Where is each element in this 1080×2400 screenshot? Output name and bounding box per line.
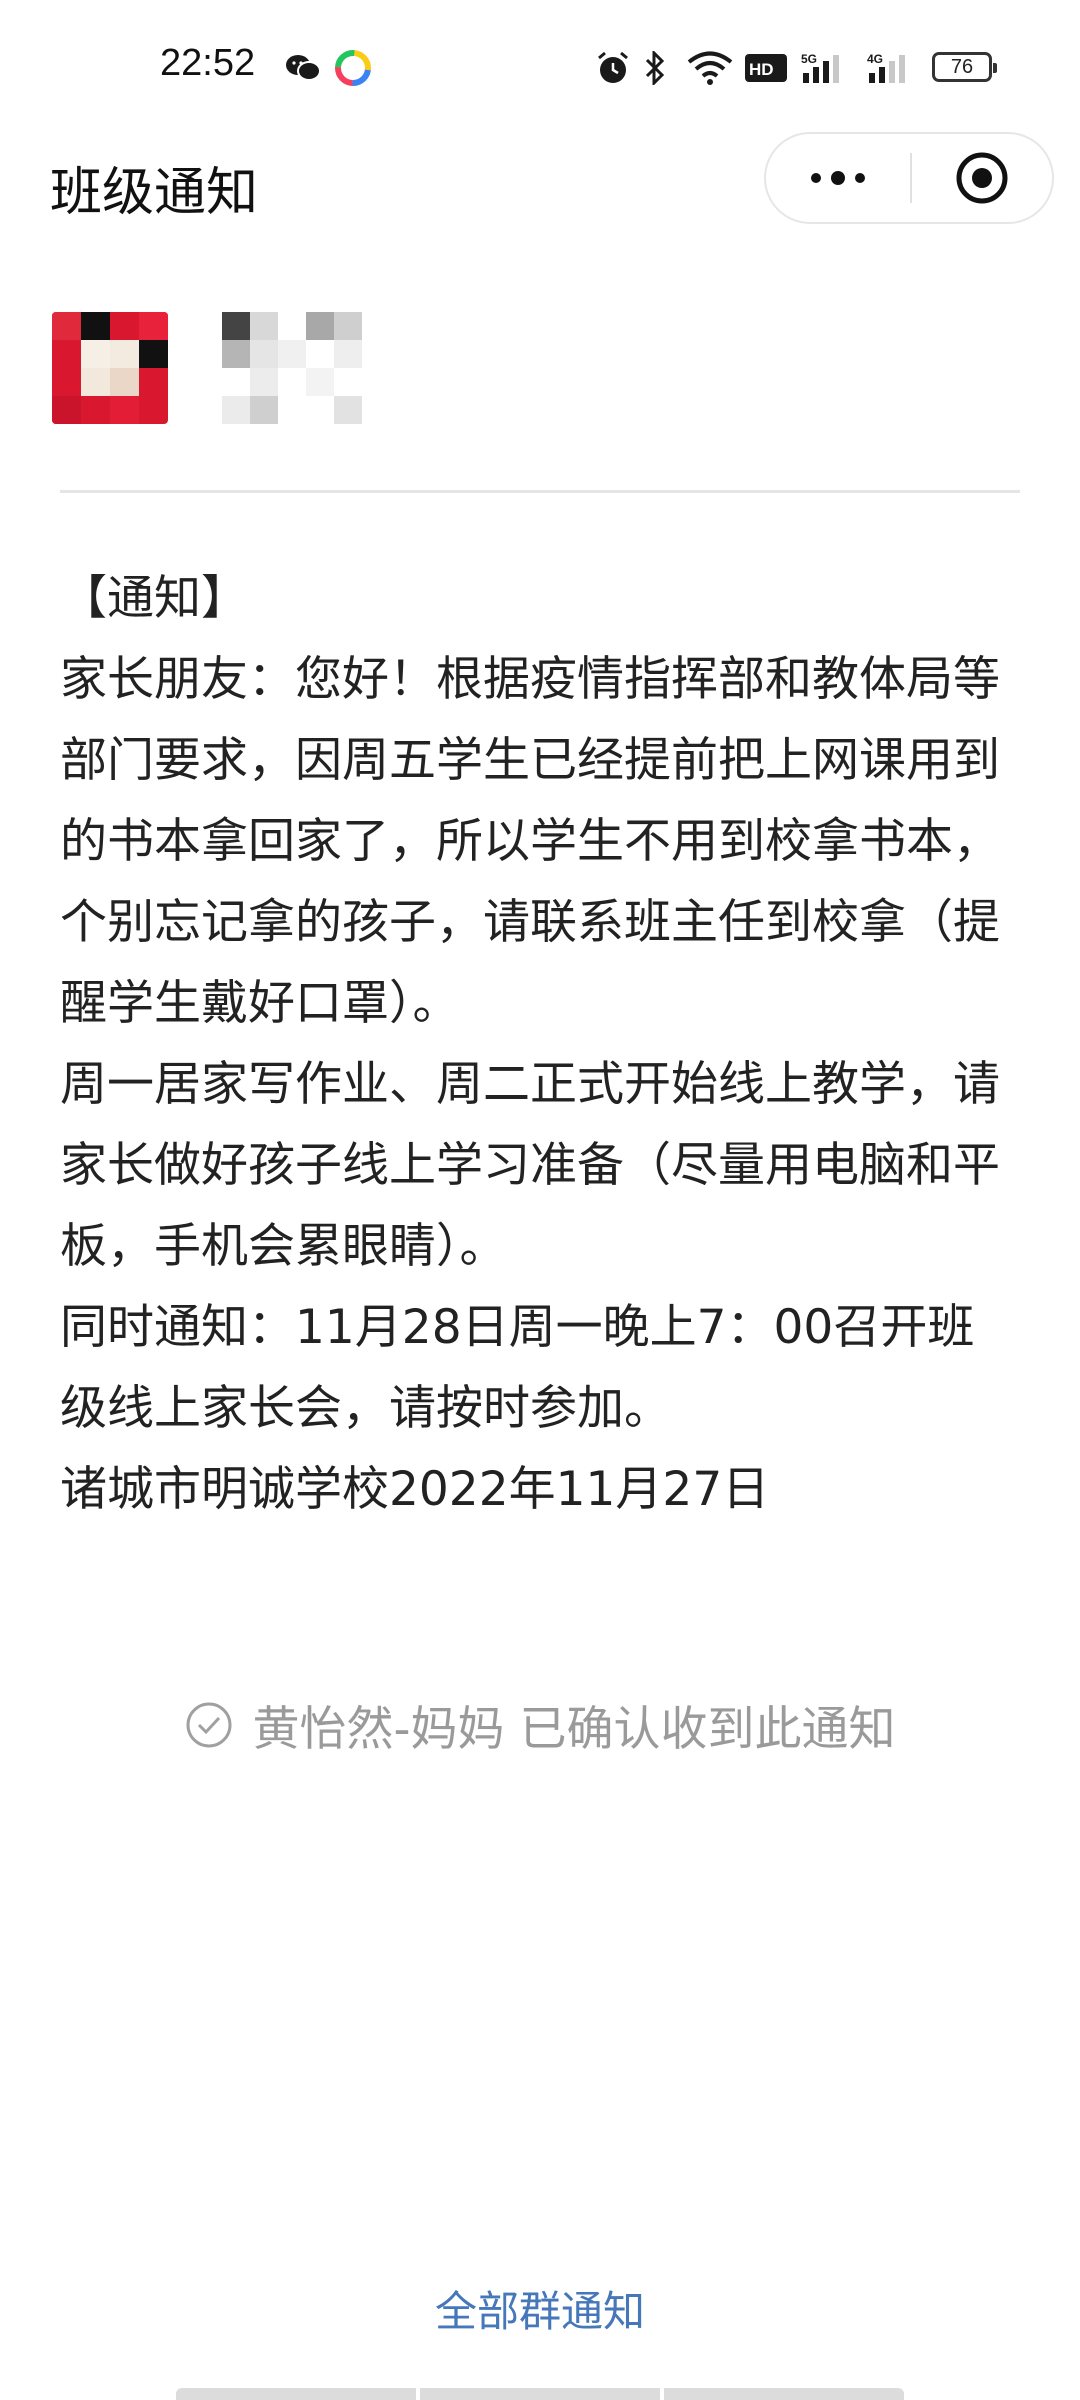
check-circle-icon bbox=[186, 1702, 232, 1747]
all-notices-link[interactable]: 全部群通知 bbox=[0, 2278, 1080, 2339]
home-indicator bbox=[176, 2388, 904, 2400]
battery-level: 76 bbox=[950, 55, 974, 78]
svg-text:HD: HD bbox=[749, 60, 774, 79]
svg-text:4G: 4G bbox=[867, 52, 883, 66]
confirmation-text: 黄怡然-妈妈 已确认收到此通知 bbox=[252, 1702, 896, 1757]
wechat-icon bbox=[284, 48, 322, 88]
divider bbox=[60, 490, 1020, 493]
more-button[interactable] bbox=[766, 134, 910, 222]
wifi-icon bbox=[684, 48, 736, 88]
sender-name-pixelated bbox=[222, 312, 392, 424]
hd-icon: HD bbox=[744, 48, 788, 88]
status-bar: 22:52 HD 5G 4G 76 bbox=[0, 0, 1080, 130]
avatar[interactable] bbox=[52, 312, 168, 424]
close-button[interactable] bbox=[912, 134, 1052, 222]
battery-icon: 76 bbox=[932, 52, 997, 82]
more-icon bbox=[811, 171, 865, 185]
app-icon bbox=[334, 48, 372, 88]
close-target-icon bbox=[956, 152, 1008, 204]
signal-5g-icon: 5G bbox=[800, 48, 854, 88]
notice-content: 【通知】 家长朋友：您好！根据疫情指挥部和教体局等部门要求，因周五学生已经提前把… bbox=[60, 571, 1000, 1517]
alarm-icon bbox=[594, 48, 632, 88]
bluetooth-icon bbox=[640, 48, 670, 88]
avatar-pixelated-image bbox=[52, 312, 168, 424]
status-time: 22:52 bbox=[160, 42, 256, 84]
svg-text:5G: 5G bbox=[801, 52, 817, 66]
signal-4g-icon: 4G bbox=[866, 48, 920, 88]
mini-program-capsule bbox=[764, 132, 1054, 224]
confirmation-row: 黄怡然-妈妈 已确认收到此通知 bbox=[0, 1690, 1080, 1759]
page-title: 班级通知 bbox=[50, 163, 259, 223]
